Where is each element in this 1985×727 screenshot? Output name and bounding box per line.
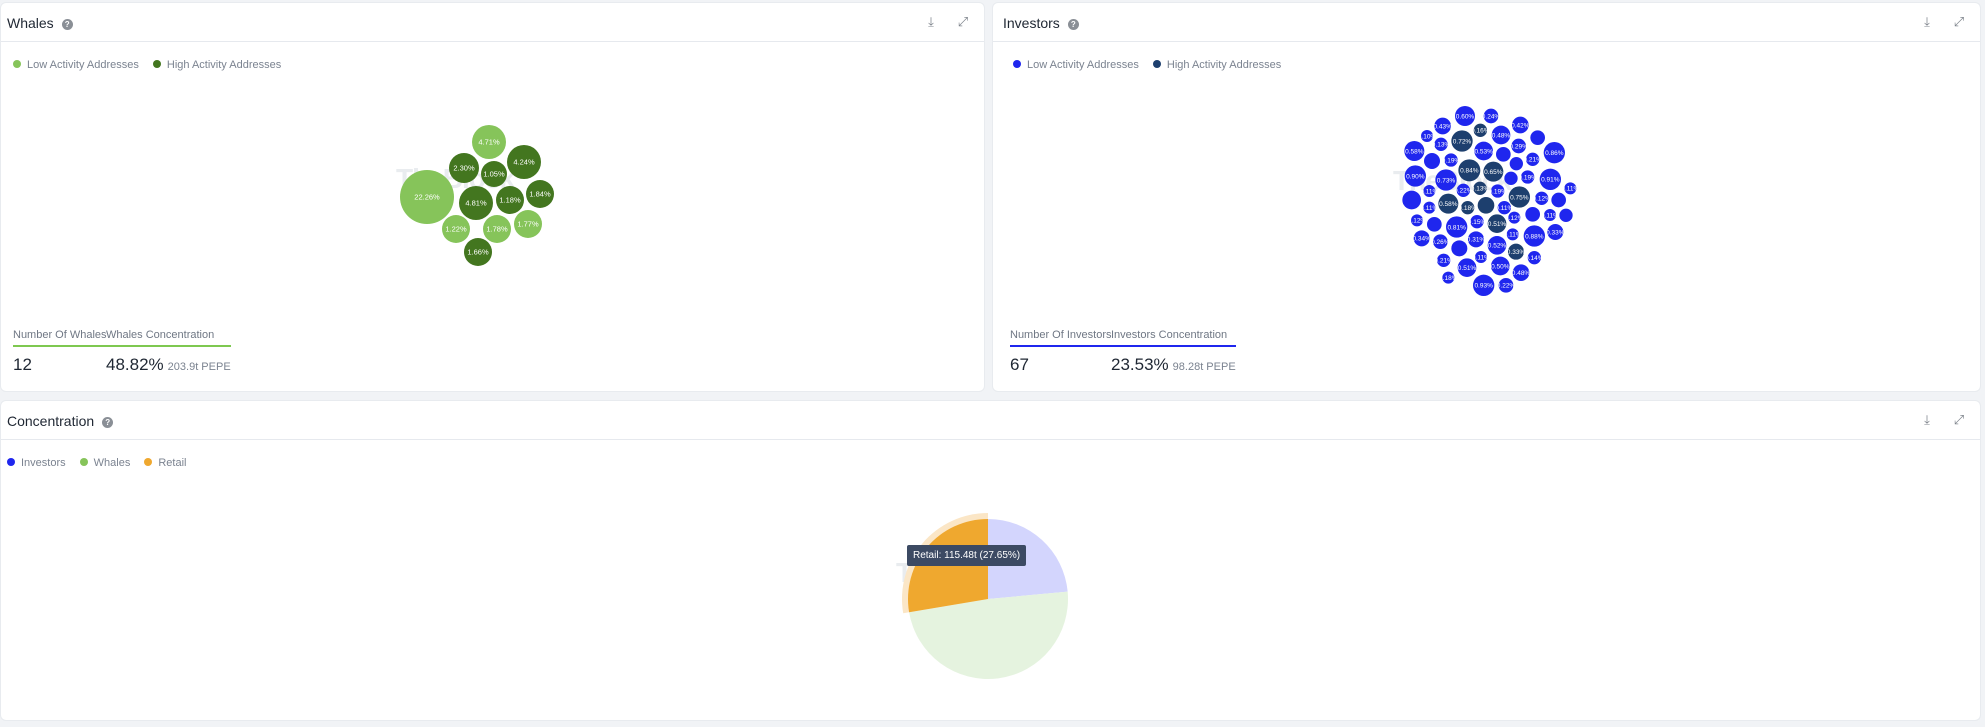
bubble-label: 1.66% — [467, 248, 489, 257]
bubble-label: 1.22% — [445, 225, 467, 234]
bubble[interactable] — [1559, 208, 1573, 222]
bubble-label: 0.22%|l — [1454, 188, 1476, 195]
bubble-label: 0.21%|l — [1523, 157, 1545, 164]
bubble[interactable] — [1551, 192, 1566, 208]
bubble-label: 0.33%|l — [1546, 229, 1568, 236]
investors-concentration-metric: Investors Concentration 23.53% 98.28t PEP… — [1111, 329, 1236, 374]
bubble-label: 1.05% — [483, 170, 505, 179]
bubble-label: 2.30% — [453, 164, 475, 173]
bubble-label: 0.65%|h — [1484, 169, 1508, 176]
bubble-label: 0.48%|l — [1512, 270, 1534, 277]
bubble-label: 0.75%|h — [1510, 194, 1534, 201]
bubble[interactable] — [1509, 157, 1523, 171]
bubble-label: 0.33%|h — [1507, 249, 1531, 256]
bubble[interactable] — [1424, 153, 1440, 169]
bubble-label: 0.11%|l — [1472, 254, 1494, 261]
bubble[interactable] — [1402, 190, 1421, 210]
bubble-label: 0.29%|l — [1509, 143, 1531, 150]
bubble-label: 0.51%|h — [1488, 221, 1512, 228]
bubble[interactable] — [1530, 130, 1545, 145]
bubble-label: 1.77% — [517, 220, 539, 229]
bubble-label: 0.15%|l — [1468, 219, 1490, 226]
bubble-label: 0.42%|l — [1511, 122, 1533, 129]
bubble-label: 0.48%|l — [1492, 132, 1514, 139]
bubble-label: 0.11%|l — [1504, 232, 1526, 239]
bubble-label: 0.19%|l — [1442, 157, 1464, 164]
bubble-label: 0.21%|l — [1434, 258, 1456, 265]
whales-count-metric: Number Of Whales 12 — [13, 329, 107, 374]
investors-bubble-chart: 0.60%|l 0.24%|l0.43%|l0.16%|h0.48%|l0.42%… — [1402, 106, 1583, 297]
bubble-label: 0.12%|l — [1408, 218, 1430, 225]
bubble-label: 0.58%|h — [1439, 201, 1463, 208]
bubble-label: 0.53%|l — [1474, 148, 1496, 155]
whales-concentration-metric: Whales Concentration 48.82% 203.9t PEPE — [106, 329, 231, 374]
bubble-label: 1.78% — [486, 225, 508, 234]
bubble-label: 4.71% — [478, 138, 500, 147]
bubble[interactable] — [1504, 171, 1518, 185]
bubble-label: 0.16%|h — [1471, 128, 1495, 135]
whales-panel: Whales? ⤓ ⤢ Low Activity Addresses High A… — [0, 2, 985, 392]
investors-panel: Investors? ⤓ ⤢ Low Activity Addresses Hig… — [992, 2, 1981, 392]
bubble-label: 0.12%|l — [1532, 196, 1554, 203]
bubble-label: 0.31%|l — [1467, 237, 1489, 244]
bubble[interactable] — [1477, 197, 1495, 214]
bubble-label: 0.13%|l — [1432, 142, 1454, 149]
bubble-label: 0.11%|l — [1561, 186, 1583, 193]
bubble-label: 0.43%|l — [1433, 123, 1455, 130]
bubble-label: 22.26% — [414, 193, 440, 202]
bubble-label: 4.81% — [465, 199, 487, 208]
bubble-label: 0.34%|l — [1412, 236, 1434, 243]
bubble-label: 1.84% — [529, 190, 551, 199]
bubble-label: 0.24%|l — [1482, 113, 1504, 120]
concentration-panel: Concentration? ⤓ ⤢ Investors Whales Retai… — [0, 400, 1981, 721]
bubble-label: 0.19%|l — [1518, 174, 1540, 181]
bubble-label: 0.72%|h — [1453, 138, 1477, 145]
bubble-label: 0.52%|l — [1488, 243, 1510, 250]
bubble-label: 4.24% — [513, 158, 535, 167]
bubble-label: 1.18% — [499, 196, 521, 205]
bubble[interactable] — [1496, 147, 1511, 162]
bubble[interactable] — [1451, 240, 1468, 257]
bubble-label: 0.14%|l — [1525, 255, 1547, 262]
bubble-label: 0.84%|h — [1460, 168, 1484, 175]
bubble-label: 0.12%|l — [1505, 215, 1527, 222]
bubble-label: 0.19%|l — [1488, 188, 1510, 195]
bubble-label: 0.18%|l — [1439, 275, 1461, 282]
investors-count-metric: Number Of Investors 67 — [1010, 329, 1112, 374]
bubble-label: 0.22%|l — [1497, 283, 1519, 290]
pie-tooltip: Retail: 115.48t (27.65%) — [907, 545, 1027, 566]
bubble[interactable] — [1525, 207, 1540, 222]
bubble-label: 0.50%|l — [1491, 263, 1513, 270]
bubble-label: 0.10%|l — [1418, 133, 1440, 140]
whales-bubble-chart: 22.26% 4.71% 2.30% 1.05% 4.24% 4.81% 1.18% 1.84… — [400, 125, 554, 266]
bubble-label: 0.51%|l — [1458, 265, 1480, 272]
bubble-label: 0.26%|l — [1431, 239, 1453, 246]
bubble[interactable] — [1427, 217, 1442, 232]
bubble-label: 0.11%|l — [1420, 188, 1442, 195]
